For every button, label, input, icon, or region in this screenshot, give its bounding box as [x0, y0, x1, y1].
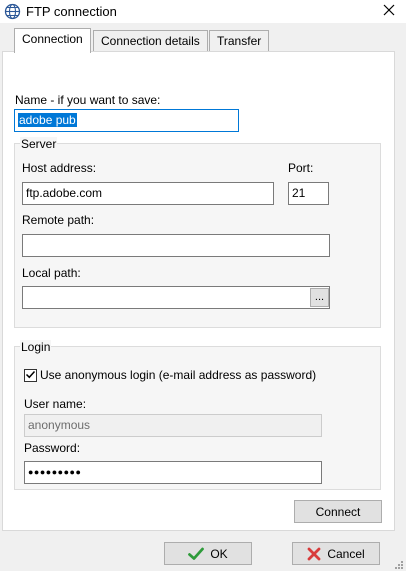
password-field[interactable]: ●●●●●●●●● [24, 461, 322, 484]
username-field[interactable]: anonymous [24, 414, 322, 437]
name-value: adobe pub [18, 113, 77, 127]
tab-label: Connection [22, 32, 83, 46]
port-field[interactable]: 21 [288, 182, 329, 205]
tab-connection-details[interactable]: Connection details [93, 30, 208, 52]
password-label: Password: [24, 441, 81, 455]
x-icon [307, 547, 321, 561]
username-value: anonymous [28, 418, 91, 432]
checkmark-icon [25, 369, 36, 383]
local-path-field[interactable] [22, 286, 330, 309]
cancel-label: Cancel [327, 546, 365, 561]
remote-path-label: Remote path: [22, 213, 95, 227]
globe-icon [4, 3, 21, 20]
browse-button[interactable]: ... [310, 288, 329, 307]
close-button[interactable] [372, 0, 406, 23]
tab-connection[interactable]: Connection [14, 28, 91, 53]
port-label: Port: [288, 161, 314, 175]
window-title: FTP connection [26, 4, 117, 19]
anonymous-label[interactable]: Use anonymous login (e-mail address as p… [40, 368, 316, 382]
resize-grip-icon[interactable] [394, 559, 404, 569]
connect-button[interactable]: Connect [294, 500, 382, 523]
password-value: ●●●●●●●●● [28, 467, 82, 477]
remote-path-field[interactable] [22, 234, 330, 257]
tab-transfer[interactable]: Transfer [209, 30, 270, 52]
check-icon [188, 547, 205, 561]
ok-button[interactable]: OK [164, 542, 252, 565]
cancel-button[interactable]: Cancel [292, 542, 380, 565]
tab-label: Connection details [101, 34, 200, 48]
login-group-title: Login [20, 340, 52, 354]
ok-label: OK [210, 546, 228, 561]
anonymous-checkbox[interactable] [24, 369, 37, 382]
title-bar: FTP connection [0, 0, 406, 23]
server-group-title: Server [20, 137, 58, 151]
local-path-label: Local path: [22, 266, 81, 280]
port-value: 21 [292, 186, 306, 200]
browse-label: ... [314, 291, 325, 303]
name-label: Name - if you want to save: [15, 93, 161, 107]
tab-label: Transfer [217, 34, 262, 48]
name-field[interactable]: adobe pub [14, 109, 239, 132]
close-icon [383, 4, 395, 19]
username-label: User name: [24, 397, 87, 411]
host-label: Host address: [22, 161, 97, 175]
connect-label: Connect [315, 504, 361, 519]
host-value: ftp.adobe.com [26, 186, 103, 200]
host-field[interactable]: ftp.adobe.com [22, 182, 274, 205]
